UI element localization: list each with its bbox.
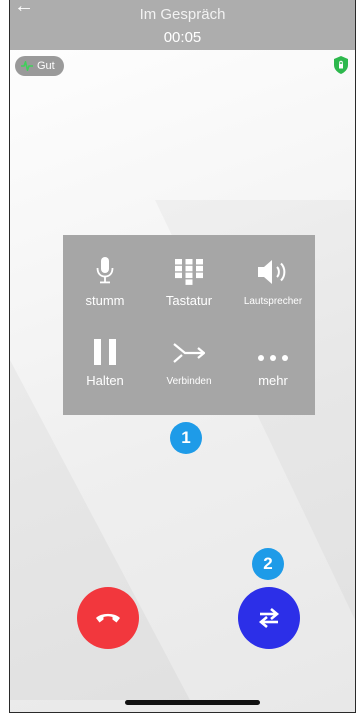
more-icon xyxy=(258,355,288,361)
pause-icon xyxy=(94,339,116,365)
connect-button[interactable]: Verbinden xyxy=(147,331,231,413)
annotation-marker-1: 1 xyxy=(170,422,202,454)
mute-label: stumm xyxy=(85,293,125,308)
hangup-icon xyxy=(96,613,120,623)
call-header: ← Im Gespräch 00:05 xyxy=(10,0,355,50)
keypad-button[interactable]: Tastatur xyxy=(147,251,231,333)
pulse-icon xyxy=(21,61,33,71)
hold-button[interactable]: Halten xyxy=(63,331,147,413)
mute-button[interactable]: stumm xyxy=(63,251,147,333)
merge-icon xyxy=(173,343,205,363)
call-timer: 00:05 xyxy=(163,29,202,46)
keypad-icon xyxy=(175,259,203,285)
transfer-icon xyxy=(258,608,280,628)
call-quality-label: Gut xyxy=(37,60,55,72)
speaker-icon xyxy=(258,260,286,284)
annotation-marker-2: 2 xyxy=(252,548,284,580)
call-quality-badge: Gut xyxy=(15,56,64,76)
speaker-label: Lautsprecher xyxy=(243,296,303,307)
more-button[interactable]: mehr xyxy=(231,331,315,413)
hangup-button[interactable] xyxy=(77,587,139,649)
speaker-button[interactable]: Lautsprecher xyxy=(231,251,315,333)
transfer-button[interactable] xyxy=(238,587,300,649)
keypad-label: Tastatur xyxy=(165,293,213,308)
call-status-title: Im Gespräch xyxy=(139,6,226,23)
hold-label: Halten xyxy=(86,373,124,388)
connect-label: Verbinden xyxy=(166,376,212,387)
in-call-controls-panel: stumm Tastatur Lautsprecher Halten Verbi… xyxy=(63,235,315,415)
shield-icon xyxy=(334,56,348,74)
more-label: mehr xyxy=(258,373,288,388)
microphone-icon xyxy=(96,257,114,284)
home-indicator[interactable] xyxy=(125,700,260,705)
call-screen: ← Im Gespräch 00:05 Gut stumm Tastatur L… xyxy=(9,0,356,713)
